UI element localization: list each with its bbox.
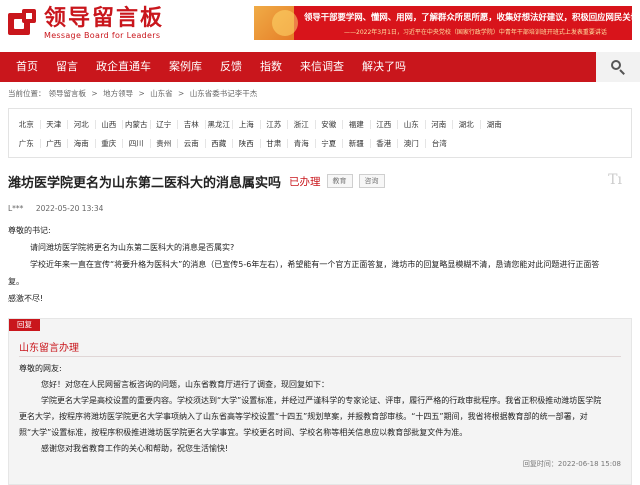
region-link[interactable]: 江苏 — [261, 120, 288, 129]
region-link[interactable]: 内蒙古 — [123, 120, 151, 129]
nav-item-home[interactable]: 首页 — [0, 52, 47, 82]
breadcrumb-separator: > — [178, 89, 185, 98]
nav-item-cases[interactable]: 案例库 — [160, 52, 211, 82]
region-link[interactable]: 上海 — [233, 120, 261, 129]
region-selector: 北京 天津 河北 山西 内蒙古 辽宁 吉林 黑龙江 上海 江苏 浙江 安徽 福建 江西 山东 河南 湖北 湖南 广… — [8, 108, 632, 158]
message-author: L*** — [8, 204, 24, 213]
reply-paragraph: 照“大学”设置标准，按程序积极推进潍坊医学院更名大学事宜。学校更名时间、学校名称… — [19, 428, 468, 437]
message-content: 尊敬的书记: 请问潍坊医学院将更名为山东第二医科大的消息是否属实? 学校近年来一… — [8, 222, 632, 307]
reply-paragraph: 学院更名大学是高校设置的重要内容。学校须达到“大学”设置标准，并经过严谨科学的专… — [41, 396, 602, 405]
header-banner[interactable]: 领导干部要学网、懂网、用网，了解群众所思所愿，收集好想法好建议，积极回应网民关切… — [254, 6, 632, 40]
banner-sun-icon — [272, 10, 298, 36]
nav-item-gov-enterprise[interactable]: 政企直通车 — [87, 52, 160, 82]
message-meta: L*** 2022-05-20 13:34 — [8, 204, 113, 213]
message-greeting: 尊敬的书记: — [8, 226, 51, 235]
region-link[interactable]: 河南 — [426, 120, 453, 129]
region-link[interactable]: 吉林 — [178, 120, 206, 129]
font-size-icon[interactable]: Tı — [608, 172, 622, 188]
reply-paragraph: 您好！对您在人民网留言板咨询的问题，山东省教育厅进行了调查，现回复如下： — [41, 380, 329, 389]
banner-quote: 领导干部要学网、懂网、用网，了解群众所思所愿，收集好想法好建议，积极回应网民关切… — [304, 12, 632, 22]
logo-title: 领导留言板 — [44, 6, 165, 31]
region-link[interactable]: 云南 — [178, 139, 206, 148]
message-title-row: 潍坊医学院更名为山东第二医科大的消息属实吗 已办理 教育 咨询 Tı — [8, 170, 632, 192]
region-link[interactable]: 青海 — [288, 139, 316, 148]
region-row: 广东 广西 海南 重庆 四川 贵州 云南 西藏 陕西 甘肃 青海 宁夏 新疆 香港 澳门 台湾 — [13, 134, 627, 153]
region-link[interactable]: 辽宁 — [151, 120, 178, 129]
tag-education[interactable]: 教育 — [326, 174, 353, 188]
region-link[interactable]: 浙江 — [288, 120, 316, 129]
region-link[interactable]: 江西 — [371, 120, 398, 129]
region-link[interactable]: 甘肃 — [261, 139, 288, 148]
nav-item-feedback[interactable]: 反馈 — [211, 52, 251, 82]
breadcrumb-item-leader[interactable]: 山东省委书记李干杰 — [190, 89, 258, 98]
breadcrumb-item-board[interactable]: 领导留言板 — [49, 89, 87, 98]
region-link[interactable]: 黑龙江 — [206, 120, 233, 129]
message-paragraph: 请问潍坊医学院将更名为山东第二医科大的消息是否属实? — [30, 243, 235, 252]
nav-item-index[interactable]: 指数 — [251, 52, 291, 82]
reply-time: 回复时间：2022-06-18 15:08 — [522, 460, 621, 468]
region-link[interactable]: 北京 — [13, 120, 41, 129]
message-paragraph: 学校近年来一直在宣传“将要升格为医科大”的消息（已宣传5-6年左右），希望能有一… — [30, 260, 600, 269]
reply-paragraph: 更名大学，按程序将潍坊医学院更名大学事项纳入了山东省高等学校设置“十四五”规划草… — [19, 412, 588, 421]
logo-subtitle: Message Board for Leaders — [44, 31, 161, 40]
logo-mark-icon — [8, 9, 38, 39]
region-row: 北京 天津 河北 山西 内蒙古 辽宁 吉林 黑龙江 上海 江苏 浙江 安徽 福建 江西 山东 河南 湖北 湖南 — [13, 115, 627, 134]
region-link[interactable]: 河北 — [68, 120, 96, 129]
site-header: 领导留言板 Message Board for Leaders 领导干部要学网、… — [0, 0, 640, 52]
region-link[interactable]: 广东 — [13, 139, 41, 148]
region-link[interactable]: 天津 — [41, 120, 68, 129]
nav-item-message[interactable]: 留言 — [47, 52, 87, 82]
region-link[interactable]: 重庆 — [96, 139, 123, 148]
region-link[interactable]: 贵州 — [151, 139, 178, 148]
search-button[interactable] — [596, 52, 640, 82]
region-link[interactable]: 台湾 — [426, 139, 454, 148]
message-closing: 感激不尽! — [8, 294, 44, 303]
breadcrumb-separator: > — [91, 89, 98, 98]
site-logo[interactable]: 领导留言板 Message Board for Leaders — [8, 6, 164, 42]
reply-body: 尊敬的网友: 您好！对您在人民网留言板咨询的问题，山东省教育厅进行了调查，现回复… — [19, 361, 623, 457]
region-link[interactable]: 福建 — [343, 120, 371, 129]
region-link[interactable]: 湖北 — [453, 120, 481, 129]
main-nav: 首页 留言 政企直通车 案例库 反馈 指数 来信调查 解决了吗 — [0, 52, 640, 82]
region-link[interactable]: 湖南 — [481, 120, 509, 129]
reply-divider — [19, 356, 621, 357]
reply-paragraph: 感谢您对我省教育工作的关心和帮助，祝您生活愉快! — [41, 444, 229, 453]
breadcrumb-item-province[interactable]: 山东省 — [150, 89, 173, 98]
reply-org: 山东留言办理 — [19, 343, 79, 354]
status-badge: 已办理 — [289, 175, 321, 188]
region-link[interactable]: 山西 — [96, 120, 123, 129]
region-link[interactable]: 广西 — [41, 139, 68, 148]
region-link[interactable]: 陕西 — [233, 139, 261, 148]
search-icon — [611, 60, 625, 75]
region-link[interactable]: 香港 — [371, 139, 398, 148]
breadcrumb-separator: > — [138, 89, 145, 98]
region-link[interactable]: 西藏 — [206, 139, 233, 148]
breadcrumb-item-local-leaders[interactable]: 地方领导 — [103, 89, 133, 98]
region-link[interactable]: 山东 — [398, 120, 426, 129]
region-link[interactable]: 四川 — [123, 139, 151, 148]
banner-source: ——2022年3月1日，习近平在中央党校（国家行政学院）中青年干部培训班开班式上… — [344, 29, 607, 36]
region-link[interactable]: 澳门 — [398, 139, 426, 148]
region-link[interactable]: 新疆 — [343, 139, 371, 148]
tag-consult[interactable]: 咨询 — [358, 174, 385, 188]
reply-tag: 回复 — [9, 319, 40, 331]
message-paragraph-end: 复。 — [8, 277, 24, 286]
breadcrumb: 当前位置： 领导留言板 > 地方领导 > 山东省 > 山东省委书记李干杰 — [8, 88, 260, 99]
region-link[interactable]: 安徽 — [316, 120, 343, 129]
reply-greeting: 尊敬的网友: — [19, 364, 62, 373]
nav-item-survey[interactable]: 来信调查 — [291, 52, 353, 82]
page-title: 潍坊医学院更名为山东第二医科大的消息属实吗 — [8, 175, 282, 191]
message-time: 2022-05-20 13:34 — [35, 204, 104, 213]
region-link[interactable]: 宁夏 — [316, 139, 343, 148]
region-link[interactable]: 海南 — [68, 139, 96, 148]
nav-item-solved[interactable]: 解决了吗 — [353, 52, 415, 82]
breadcrumb-prefix: 当前位置： — [8, 89, 46, 98]
reply-panel: 回复 山东留言办理 尊敬的网友: 您好！对您在人民网留言板咨询的问题，山东省教育… — [8, 318, 632, 485]
